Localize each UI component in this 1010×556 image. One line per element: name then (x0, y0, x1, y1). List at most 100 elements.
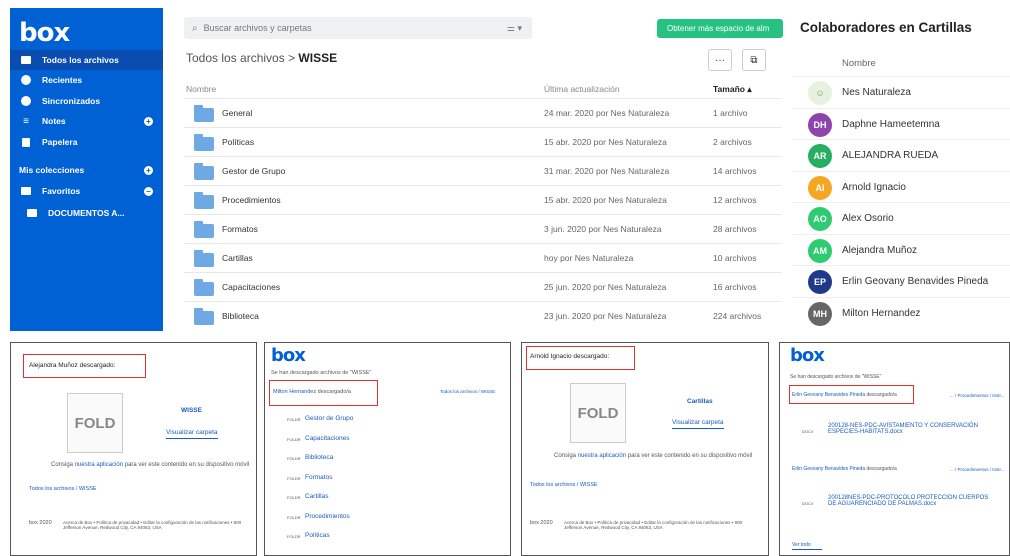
folder-name[interactable]: General (222, 108, 252, 118)
favorites-toggle-icon[interactable]: – (144, 186, 153, 196)
collaborator-row[interactable]: AM Alejandra Muñoz (792, 233, 1010, 265)
folder-icon: FOLDR (287, 495, 301, 500)
collaborator-row[interactable]: AO Alex Osorio (792, 202, 1010, 233)
updated-cell: 24 mar. 2020 por Nes Naturaleza (544, 108, 670, 118)
box-logo[interactable]: box (19, 18, 70, 48)
folder-name[interactable]: WISSE (181, 407, 202, 414)
see-all-link[interactable]: Ver todo (792, 542, 822, 550)
sidebar-item-documents[interactable]: DOCUMENTOS A... (10, 203, 163, 223)
folder-icon (194, 192, 214, 209)
updated-cell: 3 jun. 2020 por Nes Naturaleza (544, 224, 662, 234)
folder-name[interactable]: Cartillas (222, 253, 253, 263)
avatar: AO (808, 207, 832, 231)
table-row[interactable]: Procedimientos 15 abr. 2020 por Nes Natur… (184, 185, 782, 214)
email-panel-4: box Se han descargado archivos de "WISSE… (779, 342, 1010, 556)
folder-name[interactable]: Políticas (222, 137, 254, 147)
folder-icon (194, 105, 214, 122)
app-link[interactable]: nuestra aplicación (578, 453, 626, 459)
email-panel-1: Alejandra Muñoz descargado: FOLD WISSE V… (10, 342, 257, 556)
folder-icon (194, 134, 214, 151)
path-link[interactable]: Todos los archivos / WISSE (29, 486, 97, 492)
folder-link[interactable]: Políticas (305, 532, 330, 539)
email-intro: Se han descargado archivos de "WISSE" (271, 370, 372, 376)
collaborator-row[interactable]: MH Milton Hernandez (792, 296, 1010, 328)
collaborator-row[interactable]: EP Erlin Geovany Benavides Pineda (792, 265, 1010, 296)
add-collection-icon[interactable]: + (144, 165, 153, 175)
add-note-icon[interactable]: + (144, 116, 153, 126)
avatar: MH (808, 301, 832, 326)
download-line: Milton Hernandez descargado/a (273, 389, 351, 395)
doc-icon: DOCX (802, 501, 814, 506)
sidebar-item-recent[interactable]: Recientes (10, 70, 163, 90)
folder-name[interactable]: Procedimientos (222, 195, 281, 205)
folder-icon (19, 56, 33, 64)
upgrade-button[interactable]: Obtener más espacio de alm (657, 19, 783, 38)
folder-link[interactable]: Cartillas (305, 493, 328, 500)
filter-icon[interactable]: ⚌ ▾ (507, 23, 522, 34)
sidebar-item-notes[interactable]: ≡ Notes + (10, 111, 163, 131)
folder-name[interactable]: Biblioteca (222, 311, 259, 321)
view-toggle-button[interactable]: ⧉ (742, 49, 766, 71)
folder-link[interactable]: Capacitaciones (305, 435, 349, 442)
box-logo: box (271, 345, 306, 366)
sidebar-item-all-files[interactable]: Todos los archivos (10, 50, 163, 70)
table-row[interactable]: General 24 mar. 2020 por Nes Naturaleza 1 … (184, 98, 782, 127)
folder-icon: FOLDR (287, 456, 301, 461)
collaborators-panel: Colaboradores en Cartillas Nombre ☺ Nes N… (792, 8, 1010, 331)
table-row[interactable]: Biblioteca 23 jun. 2020 por Nes Naturalez… (184, 301, 782, 330)
table-row[interactable]: Gestor de Grupo 31 mar. 2020 por Nes Natu… (184, 156, 782, 185)
path-link[interactable]: Todos los archivos / WISSE (440, 389, 495, 394)
table-row[interactable]: Políticas 15 abr. 2020 por Nes Naturaleza… (184, 127, 782, 156)
sidebar-item-label: Papelera (42, 137, 78, 147)
file-link[interactable]: 200128NES-PDC-PROTOCOLO PROTECCION CUERP… (828, 495, 998, 507)
collaborator-name: Daphne Hameetemna (842, 118, 940, 130)
collaborators-title: Colaboradores en Cartillas (800, 20, 972, 35)
path-link[interactable]: Todos los archivos / WISSE (530, 482, 598, 488)
table-row[interactable]: Cartillas hoy por Nes Naturaleza 10 archiv… (184, 243, 782, 272)
view-folder-link[interactable]: Visualizar carpeta (672, 419, 724, 429)
file-link[interactable]: 200128-NES-PDC-AVISTAMIENTO Y CONSERVACI… (828, 423, 998, 435)
footer-text: Acerca de Box • Política de privacidad •… (564, 520, 743, 530)
table-row[interactable]: Capacitaciones 25 jun. 2020 por Nes Natur… (184, 272, 782, 301)
folder-icon (194, 221, 214, 238)
collaborator-row[interactable]: ☺ Nes Naturaleza (792, 76, 1010, 107)
collaborator-row[interactable]: DH Daphne Hameetemna (792, 107, 1010, 139)
sidebar-item-synced[interactable]: Sincronizados (10, 91, 163, 111)
folder-icon: FOLDR (287, 436, 301, 442)
more-options-button[interactable]: ··· (708, 49, 732, 71)
path-link[interactable]: ... / Procedimientos / Instr... (950, 467, 1005, 472)
collaborator-row[interactable]: AR ALEJANDRA RUEDA (792, 139, 1010, 170)
folder-name[interactable]: Formatos (222, 224, 258, 234)
folder-link[interactable]: Procedimientos (305, 513, 350, 520)
app-link[interactable]: nuestra aplicación (75, 462, 123, 468)
folder-name[interactable]: Cartillas (687, 398, 713, 405)
updated-cell: hoy por Nes Naturaleza (544, 253, 634, 263)
sidebar-item-favorites[interactable]: Favoritos – (10, 181, 163, 201)
path-link[interactable]: ... / Procedimientos / Instr... (950, 393, 1005, 398)
breadcrumb-current: WISSE (298, 51, 338, 65)
folder-name[interactable]: Gestor de Grupo (222, 166, 285, 176)
folder-name[interactable]: Capacitaciones (222, 282, 280, 292)
search-input[interactable]: ⌕ Buscar archivos y carpetas ⚌ ▾ (184, 17, 532, 39)
download-line: Erlin Geovany Benavides Pineda descargad… (792, 392, 897, 398)
folder-link[interactable]: Formatos (305, 474, 332, 481)
footer-logo: box 2020 (29, 520, 52, 526)
collaborator-name: Arnold Ignacio (842, 181, 906, 193)
doc-icon: DOCX (802, 429, 814, 434)
avatar: EP (808, 270, 832, 294)
collaborator-row[interactable]: AI Arnold Ignacio (792, 170, 1010, 202)
column-name[interactable]: Nombre (186, 84, 216, 94)
column-size[interactable]: Tamaño ▴ (713, 84, 752, 95)
folder-link[interactable]: Biblioteca (305, 454, 333, 461)
collaborator-name: ALEJANDRA RUEDA (842, 150, 939, 161)
folder-link[interactable]: Gestor de Grupo (305, 415, 353, 422)
folder-icon: FOLDR (287, 417, 301, 422)
updated-cell: 25 jun. 2020 por Nes Naturaleza (544, 282, 667, 292)
column-updated[interactable]: Última actualización (544, 84, 620, 94)
view-folder-link[interactable]: Visualizar carpeta (166, 429, 218, 439)
search-icon: ⌕ (192, 22, 198, 34)
sidebar-item-trash[interactable]: Papelera (10, 132, 163, 152)
breadcrumb-root[interactable]: Todos los archivos (186, 51, 285, 65)
folder-icon (194, 250, 214, 267)
table-row[interactable]: Formatos 3 jun. 2020 por Nes Naturaleza 28… (184, 214, 782, 243)
